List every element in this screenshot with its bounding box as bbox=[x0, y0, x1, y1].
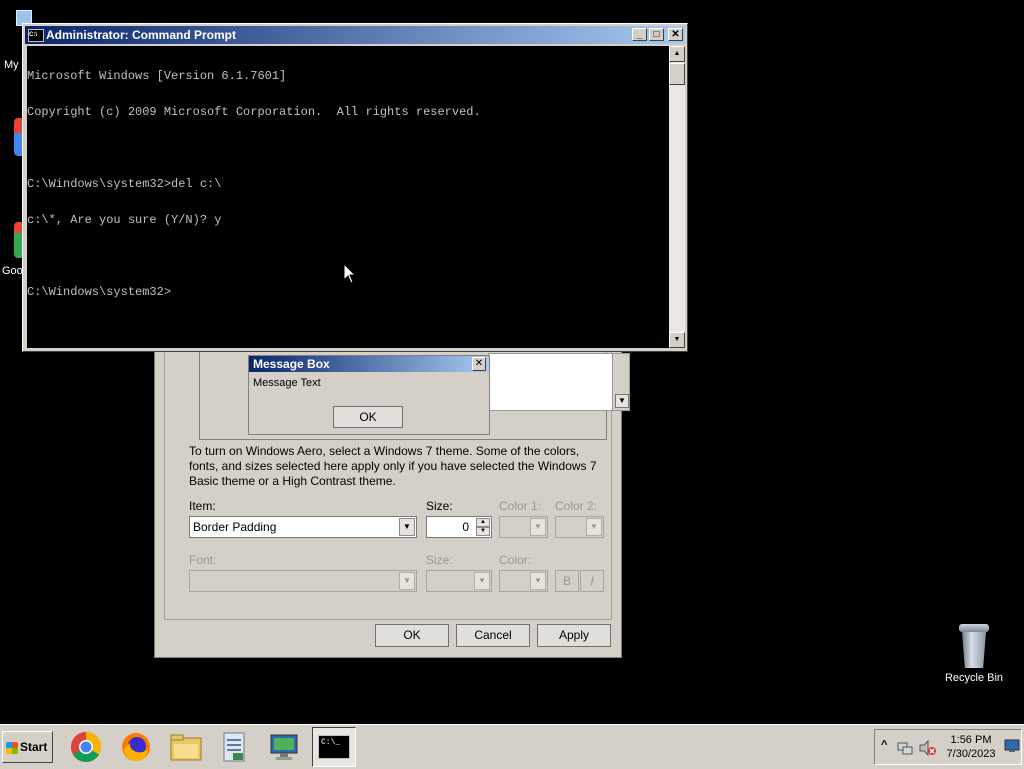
clock-time: 1:56 PM bbox=[950, 734, 992, 746]
cmd-window-title: Administrator: Command Prompt bbox=[46, 28, 237, 42]
chrome-desktop-icon-2[interactable] bbox=[14, 222, 22, 258]
command-prompt-window[interactable]: C:\ Administrator: Command Prompt _ □ ✕ … bbox=[22, 23, 688, 352]
scroll-thumb[interactable] bbox=[669, 63, 685, 85]
chevron-down-icon: ▼ bbox=[586, 518, 602, 536]
volume-muted-icon[interactable] bbox=[919, 740, 937, 756]
chevron-down-icon: ▼ bbox=[474, 572, 490, 590]
bold-button[interactable]: B bbox=[555, 570, 579, 592]
mouse-pointer-icon bbox=[343, 263, 357, 284]
item-select-value: Border Padding bbox=[193, 520, 277, 534]
font-color-picker[interactable]: ▼ bbox=[499, 570, 548, 592]
taskbar-explorer[interactable] bbox=[164, 727, 208, 767]
size-value: 0 bbox=[462, 520, 469, 534]
font-select[interactable]: ▼ bbox=[189, 570, 417, 592]
spin-down-icon[interactable]: ▼ bbox=[476, 527, 490, 536]
notepad-file-icon bbox=[223, 732, 245, 762]
preview-message-box-title: Message Box bbox=[249, 356, 489, 372]
preview-window-area bbox=[488, 353, 614, 411]
console-line: Copyright (c) 2009 Microsoft Corporation… bbox=[27, 105, 481, 119]
close-icon[interactable]: ✕ bbox=[472, 357, 486, 371]
color2-picker[interactable]: ▼ bbox=[555, 516, 604, 538]
console-line: Microsoft Windows [Version 6.1.7601] bbox=[27, 69, 287, 83]
chevron-down-icon: ▼ bbox=[530, 518, 546, 536]
network-icon[interactable] bbox=[897, 740, 913, 756]
taskbar-command-prompt[interactable]: C:\_ bbox=[312, 727, 356, 767]
chevron-down-icon[interactable]: ▼ bbox=[399, 518, 415, 536]
cmd-taskbar-label: C:\_ bbox=[321, 738, 341, 747]
font-size-select[interactable]: ▼ bbox=[426, 570, 492, 592]
color1-picker[interactable]: ▼ bbox=[499, 516, 548, 538]
preview-scrollbar: ▼ bbox=[612, 353, 630, 411]
recycle-bin-icon bbox=[957, 624, 991, 668]
recycle-bin-label: Recycle Bin bbox=[944, 672, 1004, 684]
command-prompt-icon: C:\ bbox=[28, 29, 44, 42]
color1-label: Color 1: bbox=[499, 499, 542, 513]
chrome-icon bbox=[70, 732, 102, 763]
item-label: Item: bbox=[189, 499, 216, 513]
italic-button[interactable]: I bbox=[580, 570, 604, 592]
scroll-down-icon[interactable]: ▼ bbox=[669, 332, 685, 348]
taskbar-notepad[interactable] bbox=[212, 727, 256, 767]
taskbar-chrome[interactable] bbox=[64, 727, 108, 767]
minimize-button[interactable]: _ bbox=[632, 28, 647, 41]
file-explorer-icon bbox=[170, 734, 202, 761]
color2-label: Color 2: bbox=[555, 499, 598, 513]
preview-message-box[interactable]: Message Box ✕ Message Text OK bbox=[248, 355, 490, 435]
size-label: Size: bbox=[426, 499, 453, 513]
aero-help-text: To turn on Windows Aero, select a Window… bbox=[189, 444, 597, 488]
maximize-button[interactable]: □ bbox=[649, 28, 664, 41]
appearance-preview[interactable]: ▼ Message Box ✕ Message Text OK bbox=[199, 342, 630, 440]
start-label: Start bbox=[20, 740, 48, 754]
console-prompt: C:\Windows\system32> bbox=[27, 285, 172, 299]
recycle-bin-shortcut[interactable]: Recycle Bin bbox=[940, 624, 1008, 684]
console-output[interactable]: Microsoft Windows [Version 6.1.7601] Cop… bbox=[27, 46, 669, 348]
chevron-down-icon: ▼ bbox=[615, 394, 629, 408]
clock-date: 7/30/2023 bbox=[946, 748, 996, 760]
remote-desktop-icon bbox=[270, 734, 298, 760]
font-color-label: Color: bbox=[499, 553, 532, 567]
cmd-vertical-scrollbar[interactable]: ▲ ▼ bbox=[669, 46, 685, 348]
taskbar: Start C:\_ ^ 1:56 PM 7/30/2023 bbox=[0, 724, 1024, 769]
firefox-icon bbox=[122, 733, 150, 761]
size-stepper[interactable]: 0 ▲ ▼ bbox=[426, 516, 492, 538]
appearance-panel: ▼ Message Box ✕ Message Text OK To turn … bbox=[164, 341, 630, 620]
start-button[interactable]: Start bbox=[2, 731, 53, 763]
show-desktop-icon[interactable] bbox=[1004, 739, 1020, 753]
desktop-icon-label-my: My bbox=[4, 59, 19, 71]
console-line: C:\Windows\system32>del c:\ bbox=[27, 177, 222, 191]
ok-button[interactable]: OK bbox=[375, 624, 449, 647]
apply-button[interactable]: Apply bbox=[537, 624, 611, 647]
command-prompt-icon: C:\_ bbox=[318, 735, 350, 759]
close-button[interactable]: ✕ bbox=[668, 28, 683, 41]
cmd-title-bar[interactable]: C:\ Administrator: Command Prompt _ □ ✕ bbox=[25, 26, 685, 44]
show-hidden-icons-chevron[interactable]: ^ bbox=[881, 739, 887, 751]
system-tray: ^ 1:56 PM 7/30/2023 bbox=[874, 729, 1022, 765]
preview-message-text: Message Text bbox=[253, 377, 321, 389]
desktop-icon-label-goo: Goo bbox=[2, 265, 23, 277]
chrome-desktop-icon[interactable] bbox=[14, 118, 22, 156]
window-color-appearance-dialog: ▼ Message Box ✕ Message Text OK To turn … bbox=[154, 340, 630, 658]
font-size-label: Size: bbox=[426, 553, 453, 567]
preview-ok-button[interactable]: OK bbox=[333, 406, 403, 428]
cancel-button[interactable]: Cancel bbox=[456, 624, 530, 647]
spin-up-icon[interactable]: ▲ bbox=[476, 518, 490, 527]
windows-logo-icon bbox=[6, 741, 18, 754]
taskbar-remote-desktop[interactable] bbox=[262, 727, 306, 767]
font-label: Font: bbox=[189, 553, 217, 567]
console-line: c:\*, Are you sure (Y/N)? y bbox=[27, 213, 222, 227]
item-select[interactable]: Border Padding ▼ bbox=[189, 516, 417, 538]
clock[interactable]: 1:56 PM 7/30/2023 bbox=[943, 733, 999, 761]
scroll-up-icon[interactable]: ▲ bbox=[669, 46, 685, 62]
chevron-down-icon: ▼ bbox=[399, 572, 415, 590]
chevron-down-icon: ▼ bbox=[530, 572, 546, 590]
taskbar-firefox[interactable] bbox=[114, 727, 158, 767]
